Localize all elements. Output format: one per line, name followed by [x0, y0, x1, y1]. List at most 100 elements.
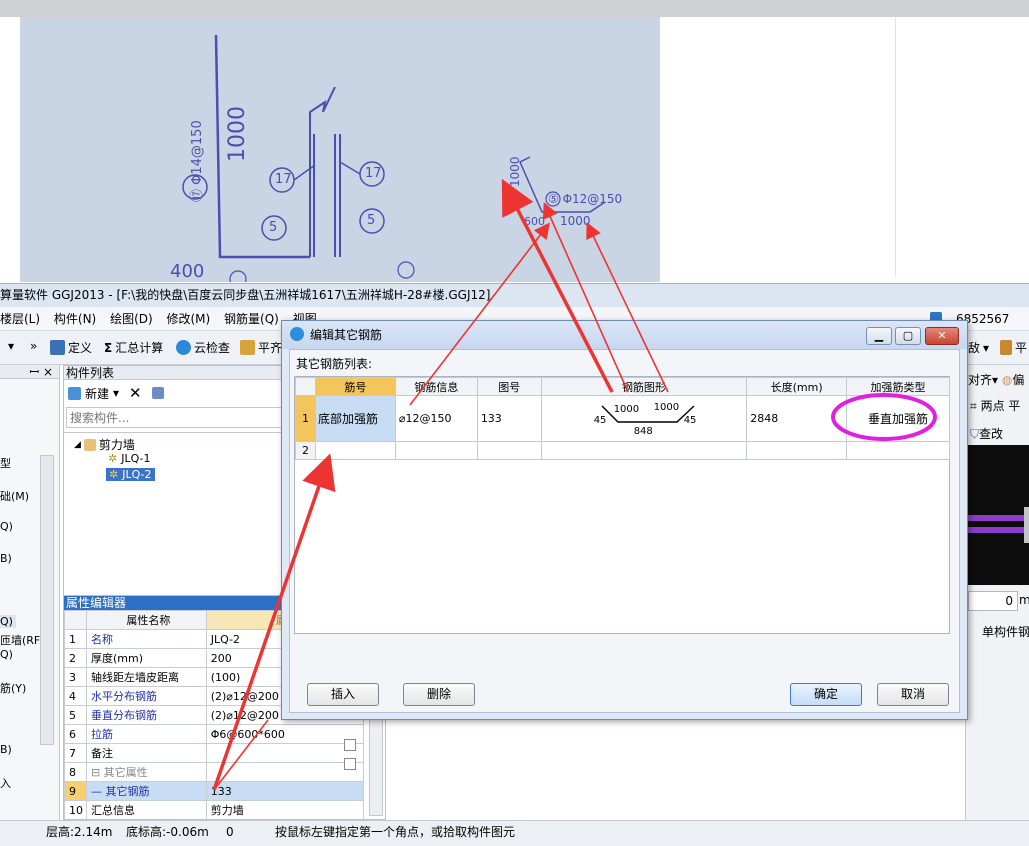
- calc-button[interactable]: Σ 汇总计算: [104, 339, 163, 356]
- right-tool-2[interactable]: 平: [1000, 339, 1027, 356]
- shape-cell[interactable]: 45 1000 1000 45 848: [540, 395, 748, 442]
- rebar-17-label: ⑰ Φ14@150: [190, 120, 205, 202]
- define-button[interactable]: 定义: [50, 339, 92, 356]
- dim-400: 400: [170, 261, 205, 282]
- rebar-table: 筋号 钢筋信息 图号 钢筋图形 长度(mm) 加强筋类型 1 底部加强筋 ⌀12…: [295, 377, 950, 460]
- rebar-sketch-photo: 1000 ⑰ Φ14@150 17 17 5 5 400 1000 ⑤ Φ12@…: [20, 17, 660, 282]
- nav-item-7[interactable]: 筋(Y): [0, 680, 26, 696]
- gear-icon: ✲: [108, 452, 118, 465]
- delete-button[interactable]: 删除: [403, 683, 475, 706]
- right-panel: 对齐▾ ◍偏 ⌗ 两点 平 ⛉查改 0 m 单构件钢: [965, 365, 1029, 820]
- tree-item-jlq2[interactable]: ✲ JLQ-2: [106, 468, 155, 481]
- right-1000-horizontal: 1000: [560, 214, 591, 228]
- top-scrollbar-strip: [0, 0, 1029, 17]
- col-prop-name: 属性名称: [85, 610, 207, 630]
- type-cell[interactable]: 垂直加强筋: [846, 395, 950, 442]
- cancel-button[interactable]: 取消: [877, 683, 949, 706]
- minimize-button[interactable]: ▁: [866, 327, 892, 345]
- bar-no-cell[interactable]: 底部加强筋: [314, 395, 396, 442]
- checkbox-row7[interactable]: [344, 758, 356, 770]
- maximize-button[interactable]: ▢: [895, 327, 921, 345]
- right-tool-1[interactable]: 敌 ▾: [968, 339, 989, 356]
- checkbox-row6[interactable]: [344, 739, 356, 751]
- table-row[interactable]: 10 汇总信息 剪力墙: [64, 800, 365, 819]
- prop-scrollbar[interactable]: [369, 716, 383, 816]
- main-window-title: 算量软件 GGJ2013 - [F:\我的快盘\百度云同步盘\五洲祥城1617\…: [0, 283, 1029, 307]
- circle-17-a: 17: [275, 172, 292, 187]
- sketch-lines: [182, 34, 606, 282]
- info-cell[interactable]: ⌀12@150: [394, 395, 478, 442]
- folder-icon: [83, 438, 96, 451]
- table-row[interactable]: 6 拉筋 Φ6@600*600: [64, 724, 365, 744]
- list-label: 其它钢筋列表:: [296, 357, 373, 371]
- pin-icon[interactable]: ꟷ ×: [0, 365, 59, 379]
- circle-5-a: 5: [269, 220, 278, 235]
- flat-button[interactable]: 平齐: [240, 339, 282, 356]
- table-row[interactable]: 2: [295, 441, 950, 460]
- menu-rebar-qty[interactable]: 钢筋量(Q): [224, 312, 279, 326]
- new-button[interactable]: 新建 ▾ ✕: [68, 384, 164, 402]
- circle-17-b: 17: [365, 166, 382, 181]
- nav-item-3[interactable]: B): [0, 552, 12, 565]
- nav-item-6[interactable]: Q): [0, 648, 13, 661]
- dialog-titlebar: 编辑其它钢筋 ▁ ▢ ✕: [282, 321, 967, 349]
- nav-item-5[interactable]: 匝墙(RF: [0, 632, 40, 648]
- right-spec: ⑤ Φ12@150: [548, 192, 623, 206]
- nav-item-4[interactable]: Q): [0, 615, 16, 628]
- tree-root[interactable]: ◢ 剪力墙: [74, 436, 135, 453]
- status-hint: 按鼠标左键指定第一个角点，或拾取构件图元: [275, 825, 516, 839]
- two-point-button[interactable]: ⌗ 两点 平: [970, 397, 1020, 414]
- align-button[interactable]: 对齐▾ ◍偏: [968, 371, 1024, 388]
- insert-button[interactable]: 插入: [307, 683, 379, 706]
- query-button[interactable]: ⛉查改: [970, 425, 1003, 442]
- ok-button[interactable]: 确定: [790, 683, 862, 706]
- table-row[interactable]: 7 备注: [64, 743, 365, 763]
- page-divider: [895, 17, 896, 277]
- copy-icon[interactable]: [151, 387, 164, 399]
- col-shape: 钢筋图形: [540, 377, 748, 396]
- right-600: 600: [524, 215, 545, 228]
- define-icon: [50, 340, 65, 355]
- menu-floor[interactable]: 楼层(L): [0, 312, 40, 326]
- offset-icon: ◍: [1001, 373, 1013, 387]
- status-value: 0: [226, 825, 234, 839]
- spinner-input[interactable]: 0: [968, 591, 1018, 611]
- nav-item-1[interactable]: 础(M): [0, 488, 29, 504]
- nav-item-8[interactable]: B): [0, 743, 12, 756]
- col-info: 钢筋信息: [394, 377, 478, 396]
- collapse-icon[interactable]: ◢: [74, 440, 81, 450]
- table-row[interactable]: 8 ⊟ 其它属性: [64, 762, 365, 782]
- tree-item-jlq1[interactable]: ✲ JLQ-1: [108, 452, 151, 465]
- gear-icon: ✲: [109, 468, 119, 481]
- single-component-tab[interactable]: 单构件钢: [982, 623, 1029, 640]
- menu-component[interactable]: 构件(N): [54, 312, 96, 326]
- filter-icon: ⛉: [970, 427, 980, 441]
- dim-1000-vertical: 1000: [225, 106, 250, 162]
- menu-modify[interactable]: 修改(M): [167, 312, 211, 326]
- drawing-canvas[interactable]: [966, 445, 1029, 585]
- component-list-header: 构件列表: [64, 366, 284, 380]
- col-fig-no: 图号: [476, 377, 542, 396]
- table-row[interactable]: 9— 其它钢筋 133: [64, 781, 365, 801]
- more-chevron-icon[interactable]: »: [30, 339, 37, 353]
- nav-item-2[interactable]: Q): [0, 520, 13, 533]
- col-bar-no: 筋号: [314, 377, 396, 396]
- dropdown-arrow[interactable]: ▾: [8, 339, 14, 353]
- search-input[interactable]: [66, 407, 282, 428]
- new-icon: [68, 386, 81, 400]
- bottom-elevation: 底标高:-0.06m: [126, 825, 209, 839]
- flat-icon: [240, 340, 255, 355]
- cloud-check-button[interactable]: 云检查: [176, 339, 230, 356]
- sigma-icon: Σ: [104, 340, 113, 355]
- left-scrollbar[interactable]: [40, 455, 54, 745]
- close-button[interactable]: ✕: [925, 327, 959, 345]
- nav-item-9[interactable]: 入: [0, 775, 11, 791]
- table-row[interactable]: 1 底部加强筋 ⌀12@150 133 45 1000 1000 45 848: [295, 395, 950, 442]
- col-length: 长度(mm): [746, 377, 848, 396]
- menu-draw[interactable]: 绘图(D): [110, 312, 153, 326]
- nav-item-0[interactable]: 型: [0, 455, 11, 471]
- unit-label: m: [1019, 593, 1029, 607]
- fig-no-cell[interactable]: 133: [476, 395, 542, 442]
- length-cell[interactable]: 2848: [746, 395, 848, 442]
- delete-icon[interactable]: ✕: [129, 384, 142, 402]
